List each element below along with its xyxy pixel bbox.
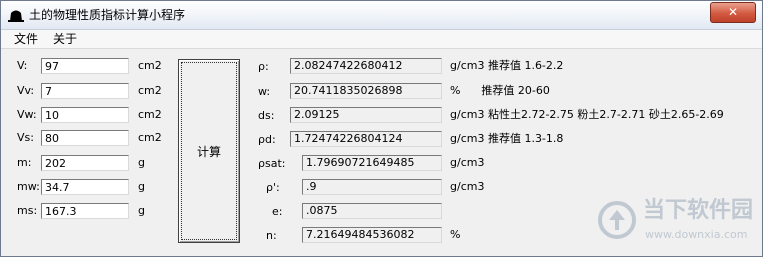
- watermark-url: www.downxia.com: [645, 228, 748, 241]
- ms-label: ms:: [17, 204, 38, 217]
- calculate-button[interactable]: 计算: [178, 59, 240, 243]
- e-output: .0875: [302, 203, 442, 219]
- v-unit: cm2: [138, 59, 162, 72]
- vv-input[interactable]: [41, 83, 129, 99]
- menu-about[interactable]: 关于: [53, 32, 77, 46]
- mw-label: mw:: [17, 180, 40, 193]
- ds-output: 2.09125: [290, 107, 442, 123]
- m-label: m:: [17, 156, 32, 169]
- vw-unit: cm2: [138, 108, 162, 121]
- vs-unit: cm2: [138, 131, 162, 144]
- vw-label: Vw:: [17, 108, 37, 121]
- rhosat-unit: g/cm3: [450, 156, 485, 169]
- w-unit-hint: % 推荐值 20-60: [450, 84, 550, 97]
- ms-input[interactable]: [41, 203, 129, 219]
- w-label: w:: [258, 85, 271, 98]
- vs-input[interactable]: [41, 130, 129, 146]
- e-label: e:: [272, 205, 283, 218]
- rhoprime-output: .9: [302, 179, 442, 195]
- menu-bar: 文件 关于: [1, 30, 762, 49]
- n-output: 7.21649484536082: [302, 227, 442, 243]
- mw-input[interactable]: [41, 179, 129, 195]
- n-label: n:: [266, 229, 277, 242]
- watermark-logo-icon: [598, 201, 636, 239]
- ds-label: ds:: [258, 109, 275, 122]
- window-title: 土的物理性质指标计算小程序: [29, 8, 186, 22]
- rhod-label: ρd:: [258, 133, 276, 146]
- rhoprime-unit: g/cm3: [450, 180, 485, 193]
- ds-unit-hint: g/cm3 粘性土2.72-2.75 粉土2.7-2.71 砂土2.65-2.6…: [450, 108, 724, 121]
- app-icon: [8, 10, 24, 22]
- app-window: 土的物理性质指标计算小程序 ✕ 文件 关于 V: cm2 Vv: cm2 Vw:…: [0, 0, 763, 257]
- vv-unit: cm2: [138, 84, 162, 97]
- rhosat-label: ρsat:: [258, 157, 286, 170]
- rhosat-output: 1.79690721649485: [302, 155, 442, 171]
- rho-label: ρ:: [258, 60, 269, 73]
- m-unit: g: [138, 156, 145, 169]
- rhod-unit-hint: g/cm3 推荐值 1.3-1.8: [450, 132, 564, 145]
- vv-label: Vv:: [17, 84, 35, 97]
- vw-input[interactable]: [41, 107, 129, 123]
- n-unit: %: [450, 228, 461, 241]
- m-input[interactable]: [41, 155, 129, 171]
- mw-unit: g: [138, 180, 145, 193]
- rho-output: 2.08247422680412: [290, 58, 442, 74]
- title-bar: 土的物理性质指标计算小程序 ✕: [1, 1, 762, 30]
- menu-file[interactable]: 文件: [14, 32, 38, 46]
- close-button[interactable]: ✕: [710, 2, 756, 23]
- downxia-watermark: 当下软件园 www.downxia.com: [595, 192, 755, 254]
- rho-unit-hint: g/cm3 推荐值 1.6-2.2: [450, 59, 564, 72]
- w-output: 20.7411835026898: [290, 83, 442, 99]
- watermark-brand: 当下软件园: [643, 198, 754, 223]
- rhoprime-label: ρ':: [266, 181, 280, 194]
- v-input[interactable]: [41, 58, 129, 74]
- main-panel: V: cm2 Vv: cm2 Vw: cm2 Vs: cm2 m: g mw: …: [2, 49, 761, 256]
- rhod-output: 1.72474226804124: [290, 131, 442, 147]
- ms-unit: g: [138, 204, 145, 217]
- vs-label: Vs:: [17, 131, 34, 144]
- v-label: V:: [17, 59, 28, 72]
